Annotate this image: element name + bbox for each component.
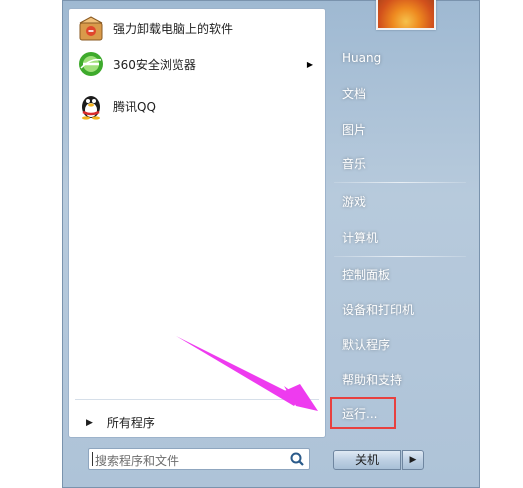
qq-penguin-icon [82, 96, 100, 120]
divider [334, 182, 466, 183]
text-caret [92, 452, 93, 466]
divider [334, 256, 466, 257]
triangle-right-icon: ▶ [409, 455, 417, 465]
program-label: 腾讯QQ [113, 99, 156, 114]
shutdown-options-button[interactable]: ▶ [402, 450, 424, 470]
search-placeholder: 搜索程序和文件 [95, 454, 180, 468]
all-programs-label: 所有程序 [106, 416, 155, 430]
programs-panel: 强力卸载电脑上的软件 360安全浏览器 ▶ 腾讯QQ [68, 8, 326, 438]
right-item-control-panel[interactable]: 控制面板 [342, 266, 390, 283]
run-highlight-box [330, 397, 396, 429]
right-item-pictures[interactable]: 图片 [342, 121, 366, 138]
submenu-arrow-icon: ▶ [306, 59, 313, 69]
program-item-360-browser[interactable]: 360安全浏览器 ▶ [77, 47, 317, 81]
search-input[interactable]: 搜索程序和文件 [88, 448, 310, 470]
right-item-games[interactable]: 游戏 [342, 193, 366, 210]
divider [75, 399, 319, 400]
program-item-uninstaller[interactable]: 强力卸载电脑上的软件 [77, 11, 317, 45]
program-item-qq[interactable]: 腾讯QQ [77, 89, 317, 123]
right-item-default-programs[interactable]: 默认程序 [342, 336, 390, 353]
right-item-help-support[interactable]: 帮助和支持 [342, 371, 402, 388]
right-item-user[interactable]: Huang [342, 51, 381, 65]
search-icon[interactable] [289, 451, 305, 467]
program-label: 360安全浏览器 [113, 57, 196, 72]
right-item-devices-printers[interactable]: 设备和打印机 [342, 301, 414, 318]
program-label: 强力卸载电脑上的软件 [113, 21, 234, 36]
360-browser-icon [79, 52, 103, 76]
shutdown-button[interactable]: 关机 [333, 450, 401, 470]
uninstaller-box-icon [79, 16, 103, 41]
all-programs-button[interactable]: ▶ 所有程序 [86, 414, 155, 431]
triangle-right-icon: ▶ [86, 417, 93, 428]
right-item-computer[interactable]: 计算机 [342, 229, 378, 246]
right-item-music[interactable]: 音乐 [342, 155, 366, 172]
user-avatar[interactable] [376, 0, 436, 30]
right-item-documents[interactable]: 文档 [342, 85, 366, 102]
